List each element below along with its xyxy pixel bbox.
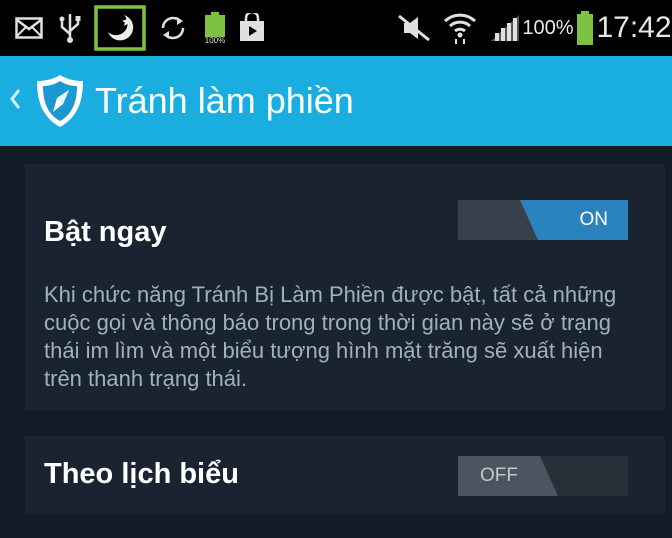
play-store-icon [235, 0, 269, 56]
turn-on-now-toggle[interactable]: ON [458, 200, 628, 240]
toggle-off-label: OFF [480, 465, 518, 486]
schedule-card: Theo lịch biểu OFF [25, 436, 665, 514]
back-chevron-icon[interactable] [8, 84, 22, 119]
mute-icon [394, 0, 434, 56]
turn-on-now-title: Bật ngay [44, 216, 167, 248]
schedule-title: Theo lịch biểu [44, 458, 239, 490]
usb-icon [55, 0, 85, 56]
schedule-toggle[interactable]: OFF [458, 456, 628, 496]
battery-small-label: 100% [205, 36, 225, 45]
status-bar: 100% 100% 17:42 [0, 0, 672, 56]
sync-icon [155, 0, 191, 56]
wifi-icon [440, 0, 480, 56]
battery-percent-label: 100% [522, 16, 574, 39]
toggle-on-label: ON [579, 209, 609, 230]
do-not-disturb-shield-icon[interactable] [34, 72, 86, 135]
settings-content: Bật ngay ON Khi chức năng Tránh Bị Làm P… [0, 146, 672, 538]
battery-icon [574, 0, 596, 56]
page-title: Tránh làm phiền [95, 80, 354, 121]
status-time: 17:42 [596, 11, 672, 44]
description-text: Khi chức năng Tránh Bị Làm Phiền được bậ… [44, 282, 617, 391]
battery-icon: 100% [200, 0, 230, 56]
action-bar: Tránh làm phiền [0, 56, 672, 146]
mail-icon [12, 0, 46, 56]
do-not-disturb-moon-icon [92, 0, 148, 56]
turn-on-now-card: Bật ngay ON Khi chức năng Tránh Bị Làm P… [25, 164, 665, 411]
signal-icon [487, 0, 523, 56]
